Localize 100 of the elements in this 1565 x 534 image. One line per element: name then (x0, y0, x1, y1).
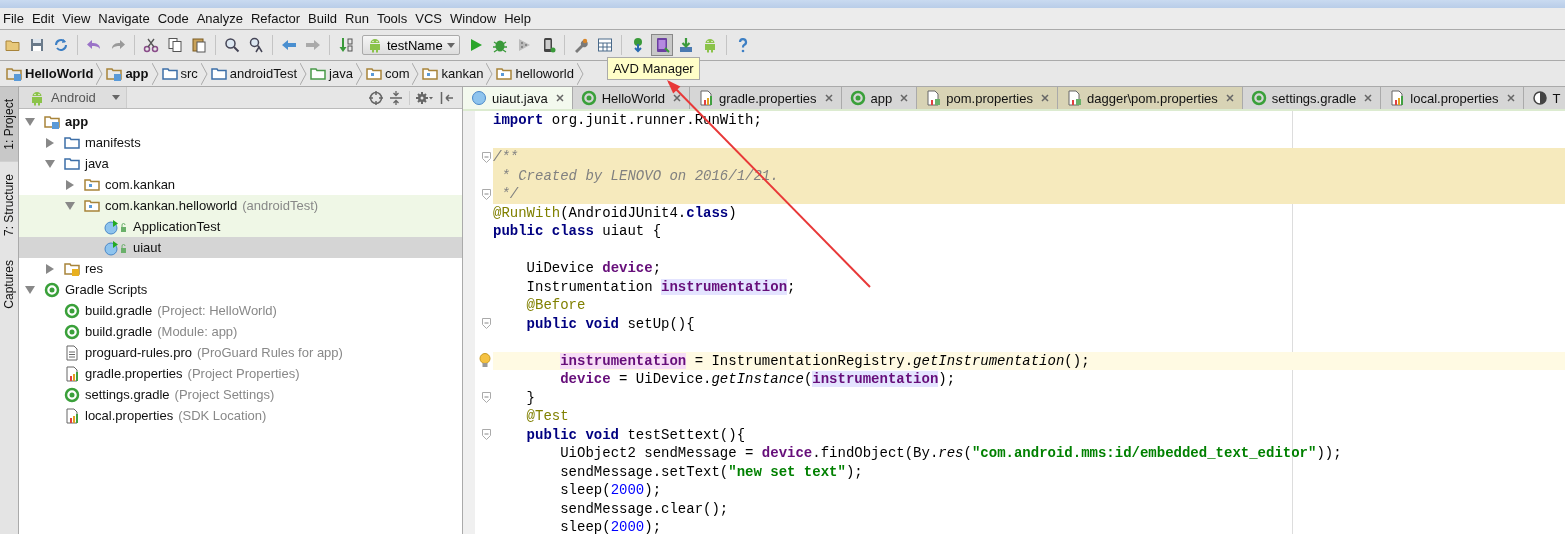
breadcrumb-item[interactable]: src (159, 65, 200, 82)
tree-item[interactable]: app (19, 111, 462, 132)
expand-arrow-icon[interactable] (45, 263, 55, 274)
properties-file-icon (925, 90, 942, 106)
tree-item[interactable]: gradle.properties (Project Properties) (19, 363, 462, 384)
tree-item[interactable]: build.gradle (Module: app) (19, 321, 462, 342)
close-icon[interactable] (673, 94, 681, 102)
item-hint: (Module: app) (157, 324, 238, 339)
build-icon (338, 37, 354, 53)
half-circle-icon (1531, 90, 1548, 106)
tree-item[interactable]: Gradle Scripts (19, 279, 462, 300)
view-dropdown[interactable]: Android (19, 87, 127, 108)
fold-marker-icon[interactable] (482, 429, 491, 441)
menu-item[interactable]: Build (305, 11, 342, 26)
gradle-icon (44, 281, 60, 298)
code-line: sendMessage.clear(); (559, 499, 730, 518)
tree-item[interactable]: build.gradle (Project: HelloWorld) (19, 300, 462, 321)
tree-item[interactable]: local.properties (SDK Location) (19, 405, 462, 426)
menu-item[interactable]: Run (342, 11, 374, 26)
android-icon (367, 37, 383, 53)
structure-icon (596, 37, 613, 53)
tool-window-tab[interactable]: 7: Structure (0, 161, 18, 248)
menu-item[interactable]: VCS (412, 11, 447, 26)
resource-folder-icon (64, 260, 80, 277)
code-line: Instrumentation instrumentation; (525, 277, 797, 296)
file-icon (64, 344, 80, 361)
tree-item[interactable]: ApplicationTest (19, 216, 462, 237)
close-icon[interactable] (824, 94, 833, 102)
lightbulb-icon[interactable] (479, 353, 491, 369)
avd-button[interactable] (650, 34, 673, 56)
expand-arrow-icon[interactable] (45, 158, 55, 169)
code-line: @Test (525, 407, 570, 426)
close-icon[interactable] (555, 94, 564, 102)
breadcrumb-item[interactable]: com (363, 65, 412, 82)
editor-tab[interactable]: settings.gradle (1242, 87, 1382, 109)
expand-arrow-icon[interactable] (25, 284, 35, 295)
menu-item[interactable]: Window (446, 11, 502, 26)
breadcrumb-item[interactable]: HelloWorld (4, 65, 96, 82)
item-label: settings.gradle (85, 387, 170, 402)
editor-tab[interactable]: uiaut.java (463, 87, 573, 109)
target-icon[interactable] (369, 90, 383, 105)
tree-item[interactable]: uiaut (19, 237, 462, 258)
close-icon[interactable] (1506, 94, 1515, 102)
run-config-dropdown[interactable]: testName (362, 35, 460, 55)
close-icon[interactable] (1041, 94, 1049, 102)
close-icon[interactable] (1364, 94, 1373, 102)
item-hint: (Project Properties) (187, 366, 300, 381)
tree-item[interactable]: com.kankan.helloworld (androidTest) (19, 195, 462, 216)
breadcrumb-item[interactable]: helloworld (494, 65, 576, 82)
editor-tab[interactable]: T (1523, 87, 1565, 109)
menu-item[interactable]: Analyze (193, 11, 248, 26)
hide-panel-icon[interactable] (440, 90, 454, 105)
gradle-icon (64, 302, 80, 319)
editor-tab[interactable]: dagger\pom.properties (1058, 87, 1243, 109)
menu-item[interactable]: File (0, 11, 29, 26)
folder-icon (161, 65, 178, 82)
collapse-icon[interactable] (389, 90, 403, 105)
tree-item[interactable]: settings.gradle (Project Settings) (19, 384, 462, 405)
expand-arrow-icon[interactable] (65, 179, 75, 190)
tree-item[interactable]: res (19, 258, 462, 279)
breadcrumb-label: helloworld (515, 66, 574, 81)
tree-item[interactable]: manifests (19, 132, 462, 153)
tool-window-tab[interactable]: Captures (0, 247, 18, 321)
menu-item[interactable]: View (59, 11, 96, 26)
code-line: public void testSettext(){ (525, 425, 747, 444)
code-line: @Before (525, 296, 587, 315)
fold-marker-icon[interactable] (482, 392, 491, 404)
editor-tab[interactable]: gradle.properties (690, 87, 842, 109)
tree-item[interactable]: proguard-rules.pro (ProGuard Rules for app) (19, 342, 462, 363)
editor-tab[interactable]: pom.properties (917, 87, 1058, 109)
open-folder-icon (5, 37, 21, 53)
tree-item[interactable]: com.kankan (19, 174, 462, 195)
tool-window-tab[interactable]: 1: Project (0, 87, 18, 162)
expand-arrow-icon[interactable] (65, 200, 75, 211)
breadcrumb-item[interactable]: androidTest (208, 65, 300, 82)
fold-marker-icon[interactable] (482, 318, 491, 330)
close-icon[interactable] (1225, 94, 1234, 102)
item-label: local.properties (85, 408, 174, 423)
download-icon (677, 37, 694, 53)
menu-item[interactable]: Help (501, 11, 536, 26)
expand-arrow-icon[interactable] (25, 116, 35, 127)
gradle-icon (1250, 90, 1267, 106)
menu-item[interactable]: Tools (373, 11, 413, 26)
menu-item[interactable]: Refactor (247, 11, 306, 26)
tree-item[interactable]: java (19, 153, 462, 174)
breadcrumb-item[interactable]: app (104, 65, 151, 82)
menu-item[interactable]: Code (154, 11, 194, 26)
item-label: com.kankan (105, 177, 176, 192)
breadcrumb-item[interactable]: kankan (420, 65, 486, 82)
fold-marker-icon[interactable] (482, 151, 491, 163)
settings-icon[interactable] (416, 90, 434, 105)
close-icon[interactable] (900, 94, 909, 102)
tab-label: T (1552, 90, 1561, 106)
menu-item[interactable]: Navigate (95, 11, 155, 26)
item-hint: (androidTest) (242, 198, 319, 213)
editor-tab[interactable]: local.properties (1381, 87, 1524, 109)
fold-marker-icon[interactable] (482, 188, 491, 200)
menu-item[interactable]: Edit (28, 11, 60, 26)
breadcrumb-item[interactable]: java (308, 65, 355, 82)
expand-arrow-icon[interactable] (45, 137, 55, 148)
